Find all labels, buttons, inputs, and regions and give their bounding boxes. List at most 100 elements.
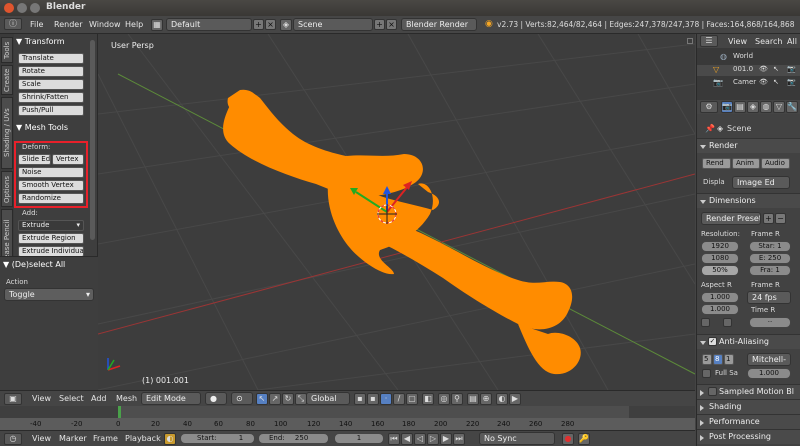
- render-animation-button[interactable]: Anim: [732, 158, 760, 169]
- snap-element-icon[interactable]: ▤: [467, 393, 479, 405]
- menu-frame[interactable]: Frame: [93, 434, 118, 443]
- selectability-arrow-icon[interactable]: ↖: [773, 65, 779, 73]
- play-reverse-icon[interactable]: ◁: [414, 433, 426, 445]
- resolution-x-field[interactable]: 1920: [701, 241, 739, 252]
- edge-select-mode-icon[interactable]: /: [393, 393, 405, 405]
- frame-end-field[interactable]: E: 250: [749, 253, 791, 264]
- motion-blur-checkbox[interactable]: [708, 387, 717, 396]
- menu-view[interactable]: View: [32, 394, 51, 403]
- snap-toggle-icon[interactable]: ⚲: [451, 393, 463, 405]
- limit-selection-icon[interactable]: ◧: [422, 393, 434, 405]
- frame-start-field[interactable]: Star: 1: [749, 241, 791, 252]
- frame-rate-select[interactable]: 24 fps: [747, 291, 791, 304]
- scene-select[interactable]: Scene: [293, 18, 373, 31]
- outliner-item[interactable]: ▽ 001.0 👁 ↖ 📷: [697, 65, 800, 76]
- play-icon[interactable]: ▷: [427, 433, 439, 445]
- render-tab-icon[interactable]: 📷: [721, 101, 733, 113]
- vertex-select-mode-icon[interactable]: ·: [380, 393, 392, 405]
- menu-marker[interactable]: Marker: [59, 434, 87, 443]
- mesh-tools-panel-header[interactable]: ▼ Mesh Tools: [16, 123, 68, 132]
- orientation-select[interactable]: Global: [306, 392, 350, 405]
- outliner-editor-icon[interactable]: ☰: [700, 35, 718, 47]
- viewport-shading-select[interactable]: ●: [205, 392, 227, 405]
- sampled-motion-blur-panel-header[interactable]: Sampled Motion Bl: [697, 384, 800, 399]
- aa-samples-8[interactable]: 8: [713, 354, 723, 365]
- tab-tools[interactable]: Tools: [1, 37, 13, 63]
- render-panel-header[interactable]: Render: [697, 138, 800, 153]
- render-audio-button[interactable]: Audio: [761, 158, 790, 169]
- menu-help[interactable]: Help: [125, 20, 143, 29]
- border-checkbox[interactable]: [701, 318, 710, 327]
- scale-button[interactable]: Scale: [18, 79, 84, 90]
- action-select[interactable]: Toggle ▾: [4, 288, 94, 301]
- push-pull-button[interactable]: Push/Pull: [18, 105, 84, 116]
- add-preset-button[interactable]: +: [763, 213, 774, 224]
- render-engine-select[interactable]: Blender Render: [401, 18, 477, 31]
- auto-keying-icon[interactable]: ●: [562, 433, 574, 445]
- aa-filter-select[interactable]: Mitchell-: [747, 353, 791, 366]
- preview-range-icon[interactable]: ◐: [164, 433, 176, 445]
- tab-create[interactable]: Create: [1, 65, 13, 95]
- transform-panel-header[interactable]: ▼ Transform: [16, 37, 65, 46]
- frame-step-field[interactable]: Fra: 1: [749, 265, 791, 276]
- modifiers-tab-icon[interactable]: 🔧: [786, 101, 798, 113]
- end-frame-field[interactable]: End: 250: [258, 433, 329, 444]
- time-remap-field[interactable]: ··: [749, 317, 791, 328]
- aspect-x-field[interactable]: 1.000: [701, 292, 739, 303]
- scene-icon[interactable]: ◈: [280, 19, 292, 31]
- visibility-eye-icon[interactable]: 👁: [759, 65, 768, 73]
- jump-end-icon[interactable]: ⏭: [453, 433, 465, 445]
- render-camera-icon[interactable]: 📷: [787, 65, 796, 73]
- close-window-icon[interactable]: [4, 3, 14, 13]
- extrude-region-button[interactable]: Extrude Region: [18, 233, 84, 244]
- aspect-y-field[interactable]: 1.000: [701, 304, 739, 315]
- add-scene-button[interactable]: +: [374, 19, 385, 30]
- opengl-render-icon[interactable]: ▶: [509, 393, 521, 405]
- render-camera-icon[interactable]: 📷: [787, 78, 796, 86]
- scene-tab-icon[interactable]: ◈: [747, 101, 759, 113]
- render-image-button[interactable]: Rend: [702, 158, 731, 169]
- mode-select[interactable]: Edit Mode: [141, 392, 201, 405]
- menu-playback[interactable]: Playback: [125, 434, 161, 443]
- post-processing-panel-header[interactable]: Post Processing: [697, 429, 800, 444]
- aa-samples-11[interactable]: 1: [724, 354, 734, 365]
- menu-add[interactable]: Add: [91, 394, 107, 403]
- menu-render[interactable]: Render: [54, 20, 82, 29]
- minimize-window-icon[interactable]: [17, 3, 27, 13]
- translate-button[interactable]: Translate: [18, 53, 84, 64]
- remove-preset-button[interactable]: −: [775, 213, 786, 224]
- region-toggle-icon[interactable]: [687, 38, 693, 44]
- outliner-display-all[interactable]: All: [787, 37, 797, 46]
- menu-view[interactable]: View: [32, 434, 51, 443]
- crop-checkbox[interactable]: [723, 318, 732, 327]
- tab-options[interactable]: Options: [1, 171, 13, 207]
- display-select[interactable]: Image Ed: [732, 176, 790, 189]
- full-sample-checkbox[interactable]: [702, 369, 711, 378]
- shading-panel-header[interactable]: Shading: [697, 399, 800, 414]
- timeline-editor-icon[interactable]: ◷: [4, 433, 22, 445]
- next-keyframe-icon[interactable]: ▶: [440, 433, 452, 445]
- aa-samples-5[interactable]: 5: [702, 354, 712, 365]
- resolution-percent-field[interactable]: 50%: [701, 265, 739, 276]
- properties-editor-icon[interactable]: ⚙: [700, 101, 718, 113]
- layer-icon[interactable]: ▪: [354, 393, 366, 405]
- render-preview-icon[interactable]: ◐: [496, 393, 508, 405]
- add-layout-button[interactable]: +: [253, 19, 264, 30]
- rotate-manipulator-icon[interactable]: ↻: [282, 393, 294, 405]
- outliner-item[interactable]: ◍ World: [697, 52, 800, 63]
- world-tab-icon[interactable]: ◍: [760, 101, 772, 113]
- jump-start-icon[interactable]: ⏮: [388, 433, 400, 445]
- 3d-viewport[interactable]: User Persp (1) 001.001: [98, 34, 695, 390]
- editor-type-icon[interactable]: ⓘ: [4, 18, 22, 30]
- menu-select[interactable]: Select: [59, 394, 84, 403]
- render-layers-tab-icon[interactable]: ▤: [734, 101, 746, 113]
- remove-scene-button[interactable]: ×: [386, 19, 397, 30]
- pivot-point-select[interactable]: ⊙: [231, 392, 253, 405]
- shrink-fatten-button[interactable]: Shrink/Fatten: [18, 92, 84, 103]
- prev-keyframe-icon[interactable]: ◀: [401, 433, 413, 445]
- 3d-view-editor-icon[interactable]: ▣: [4, 393, 22, 405]
- tab-shading-uvs[interactable]: Shading / UVs: [1, 97, 13, 169]
- outliner-item[interactable]: 📷 Camer 👁 ↖ 📷: [697, 78, 800, 89]
- screen-layout-icon[interactable]: ▦: [151, 19, 163, 31]
- mesh-object[interactable]: [223, 89, 581, 375]
